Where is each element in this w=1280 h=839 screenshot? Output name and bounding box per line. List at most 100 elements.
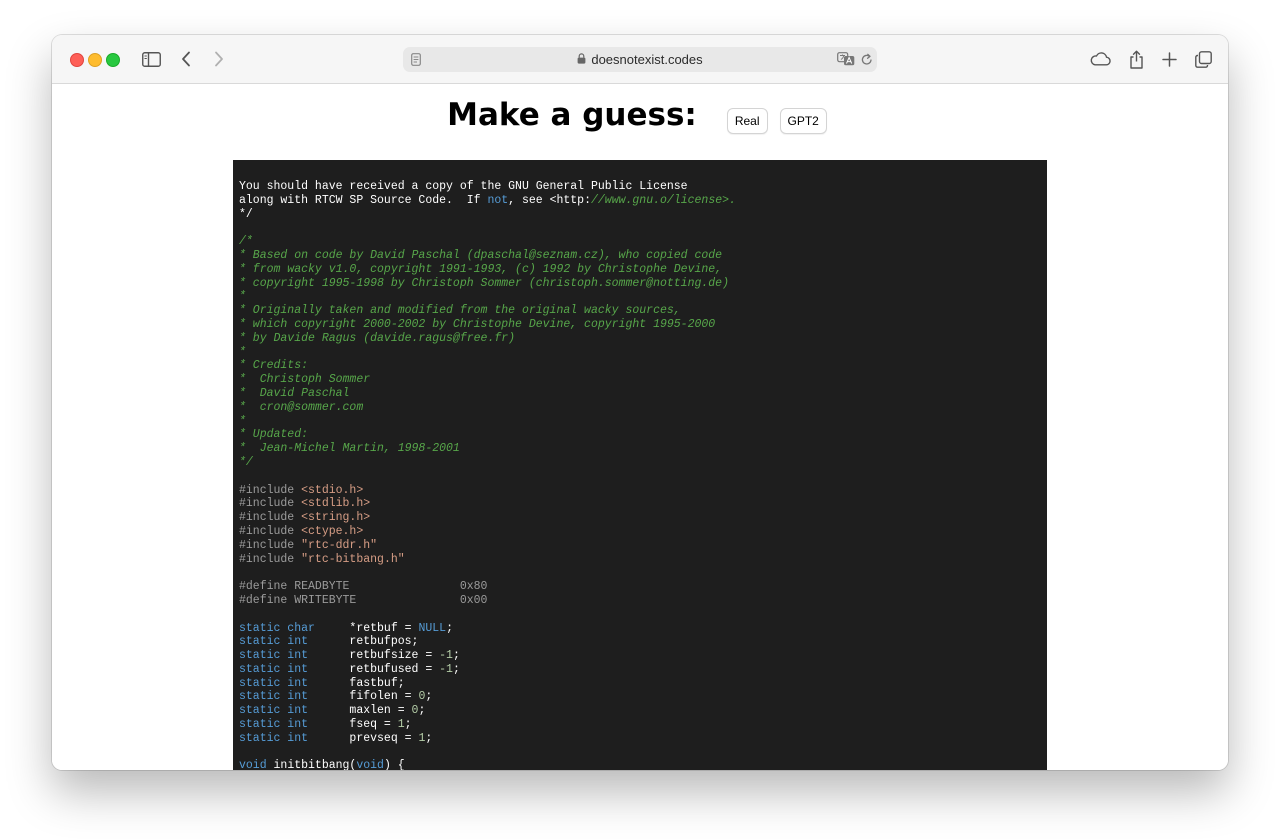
code-line: static int retbufpos; xyxy=(239,635,1047,649)
zoom-window-button[interactable] xyxy=(106,53,120,67)
code-token-comment: * from wacky v1.0, copyright 1991-1993, … xyxy=(239,262,723,276)
code-token-comment: * Jean-Michel Martin, 1998-2001 xyxy=(239,442,460,456)
code-line: void initbitbang(void) { xyxy=(239,759,1047,770)
code-token-plain: maxlen = xyxy=(308,704,412,718)
code-token-plain: fseq = xyxy=(308,718,398,732)
share-icon[interactable] xyxy=(1124,47,1148,71)
code-token-comment: * xyxy=(239,345,246,359)
code-line: static int fseq = 1; xyxy=(239,718,1047,732)
code-line: along with RTCW SP Source Code. If not, … xyxy=(239,194,1047,208)
code-token-keyword: static char xyxy=(239,621,315,635)
code-line: #include "rtc-bitbang.h" xyxy=(239,553,1047,567)
gpt2-button[interactable]: GPT2 xyxy=(779,108,827,134)
code-token-comment: * Credits: xyxy=(239,359,309,373)
code-line: * Updated: xyxy=(239,428,1047,442)
code-token-plain: ; xyxy=(418,704,426,718)
code-line: */ xyxy=(239,208,1047,222)
plus-icon[interactable] xyxy=(1157,47,1181,71)
browser-toolbar: doesnotexist.codes xyxy=(52,35,1228,84)
code-token-keyword: NULL xyxy=(418,621,447,635)
close-window-button[interactable] xyxy=(70,53,84,67)
guess-header: Make a guess: Real GPT2 xyxy=(52,90,1228,140)
tab-overview-icon[interactable] xyxy=(1191,47,1215,71)
code-token-plain: fastbuf; xyxy=(308,676,405,690)
code-token-preprocessor: #include xyxy=(239,524,302,538)
code-token-comment: * Christoph Sommer xyxy=(239,373,371,387)
code-block: You should have received a copy of the G… xyxy=(233,160,1047,770)
code-token-plain: prevseq = xyxy=(308,731,419,745)
code-token-plain: ; xyxy=(425,690,433,704)
code-token-keyword: void xyxy=(239,759,267,770)
code-token-plain: retbufpos; xyxy=(308,635,419,649)
address-bar[interactable]: doesnotexist.codes xyxy=(403,47,877,72)
code-token-string: <string.h> xyxy=(301,511,371,525)
code-line: * copyright 1995-1998 by Christoph Somme… xyxy=(239,277,1047,291)
code-line: static char *retbuf = NULL; xyxy=(239,622,1047,636)
code-token-keyword: static int xyxy=(239,662,309,676)
code-line: static int retbufsize = -1; xyxy=(239,649,1047,663)
url-field[interactable]: doesnotexist.codes xyxy=(403,47,877,72)
code-line: * cron@sommer.com xyxy=(239,401,1047,415)
code-line: * Originally taken and modified from the… xyxy=(239,304,1047,318)
code-line: * David Paschal xyxy=(239,387,1047,401)
translate-icon[interactable] xyxy=(837,52,855,71)
code-token-keyword: static int xyxy=(239,676,309,690)
code-line: * Credits: xyxy=(239,359,1047,373)
code-token-plain: retbufsize = xyxy=(308,649,440,663)
code-line: * Jean-Michel Martin, 1998-2001 xyxy=(239,442,1047,456)
code-panel[interactable]: You should have received a copy of the G… xyxy=(233,160,1047,770)
code-line: * by Davide Ragus (davide.ragus@free.fr) xyxy=(239,332,1047,346)
code-token-plain: along with RTCW SP Source Code. If xyxy=(239,193,488,207)
real-button[interactable]: Real xyxy=(726,108,768,134)
code-line: */ xyxy=(239,456,1047,470)
chevron-left-icon[interactable] xyxy=(174,47,198,71)
code-token-preprocessor: #define WRITEBYTE 0x00 xyxy=(239,593,488,607)
code-token-plain: ; xyxy=(452,649,460,663)
code-token-keyword: static int xyxy=(239,731,309,745)
code-line: * Based on code by David Paschal (dpasch… xyxy=(239,249,1047,263)
sidebar-icon[interactable] xyxy=(139,47,163,71)
code-token-keyword: not xyxy=(487,193,509,207)
minimize-window-button[interactable] xyxy=(88,53,102,67)
code-token-plain: , see <http: xyxy=(508,193,591,207)
code-token-keyword: static int xyxy=(239,704,309,718)
code-token-keyword: static int xyxy=(239,690,309,704)
code-line: static int fifolen = 0; xyxy=(239,690,1047,704)
code-line: * which copyright 2000-2002 by Christoph… xyxy=(239,318,1047,332)
code-line: * from wacky v1.0, copyright 1991-1993, … xyxy=(239,263,1047,277)
code-line: #include <string.h> xyxy=(239,511,1047,525)
code-line: static int prevseq = 1; xyxy=(239,732,1047,746)
code-token-plain: ; xyxy=(452,662,460,676)
cloud-icon[interactable] xyxy=(1088,47,1112,71)
reload-icon[interactable] xyxy=(861,53,873,71)
code-token-number: -1 xyxy=(439,649,453,663)
code-token-keyword: static int xyxy=(239,635,309,649)
code-line: #define WRITEBYTE 0x00 xyxy=(239,594,1047,608)
code-token-plain: initbitbang( xyxy=(266,759,357,770)
code-line: static int retbufused = -1; xyxy=(239,663,1047,677)
code-token-keyword: static int xyxy=(239,649,309,663)
code-token-number: -1 xyxy=(439,662,453,676)
code-line: static int maxlen = 0; xyxy=(239,704,1047,718)
code-token-comment: * David Paschal xyxy=(239,386,350,400)
url-text: doesnotexist.codes xyxy=(591,52,703,67)
code-token-plain: */ xyxy=(239,207,253,221)
code-token-string: <stdlib.h> xyxy=(301,497,371,511)
code-token-keyword: void xyxy=(356,759,384,770)
chevron-right-icon[interactable] xyxy=(207,47,231,71)
code-line: You should have received a copy of the G… xyxy=(239,180,1047,194)
code-token-comment: * by Davide Ragus (davide.ragus@free.fr) xyxy=(239,331,516,345)
code-token-preprocessor: #include xyxy=(239,497,302,511)
code-line: * xyxy=(239,346,1047,360)
code-token-string: <ctype.h> xyxy=(301,524,364,538)
code-token-comment: * Updated: xyxy=(239,428,309,442)
code-line: * Christoph Sommer xyxy=(239,373,1047,387)
code-token-comment: /* xyxy=(239,235,253,249)
page-title: Make a guess: xyxy=(447,97,697,133)
code-token-preprocessor: #include xyxy=(239,483,302,497)
